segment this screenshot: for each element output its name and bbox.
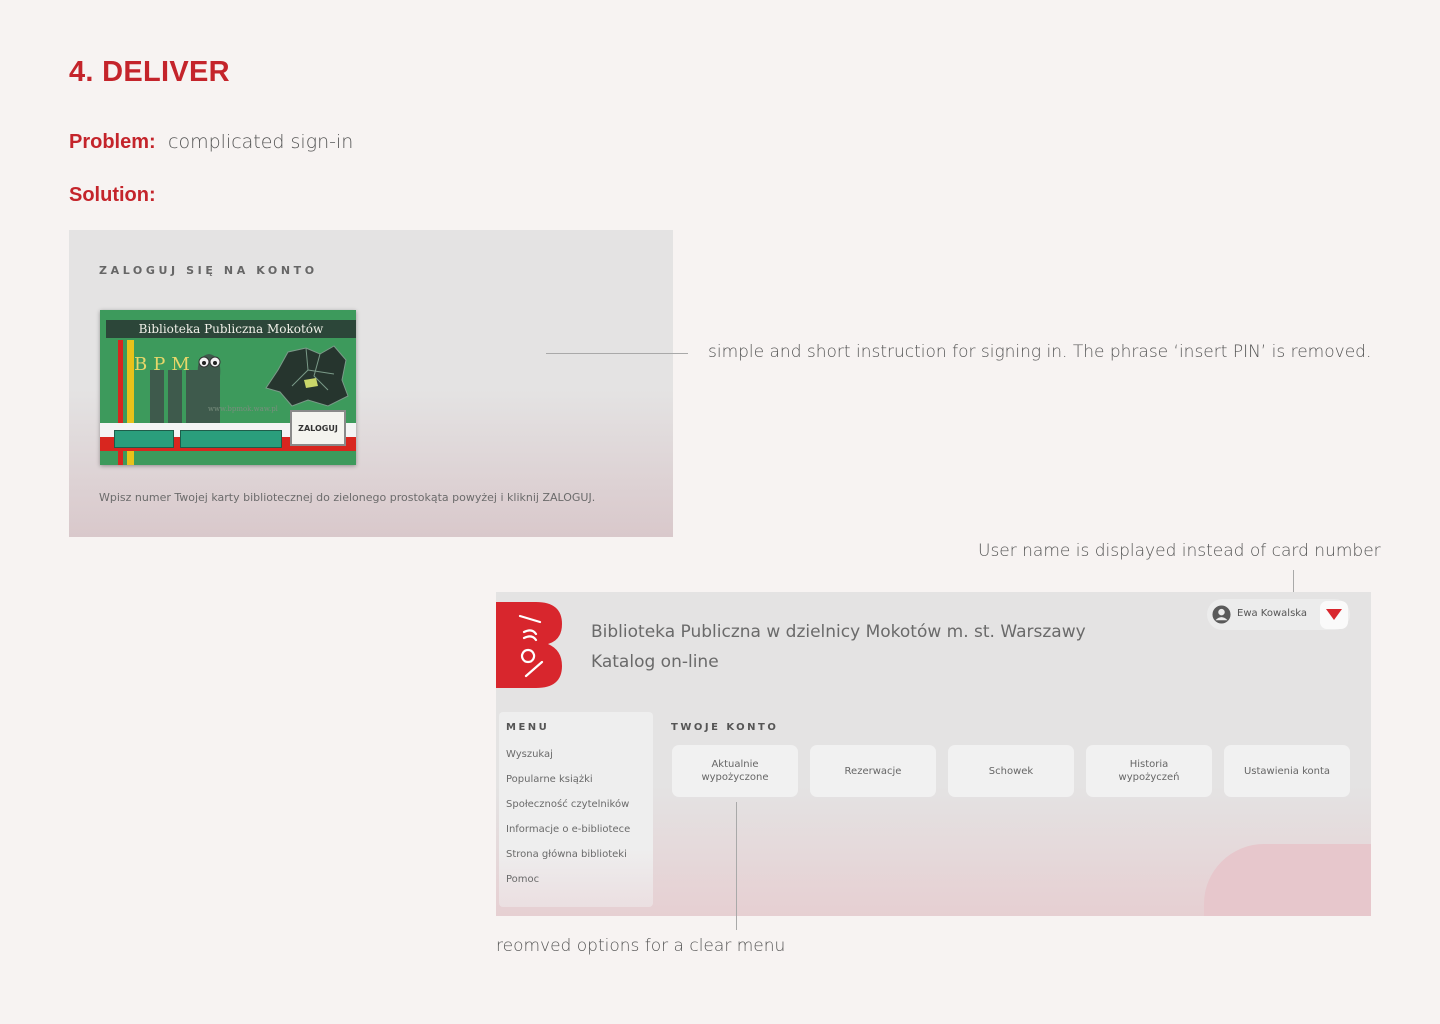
loan-history-button[interactable]: Historia wypożyczeń [1086, 745, 1212, 797]
user-name: Ewa Kowalska [1237, 608, 1308, 619]
login-button[interactable]: ZALOGUJ [290, 410, 346, 446]
card-letters: BPM [134, 354, 196, 375]
user-dropdown-button[interactable] [1320, 601, 1348, 629]
login-panel: ZALOGUJ SIĘ NA KONTO Biblioteka Publiczn… [69, 230, 673, 537]
book-shape [150, 370, 164, 423]
card-header: Biblioteka Publiczna Mokotów [106, 320, 356, 338]
catalog-panel: Biblioteka Publiczna w dzielnicy Mokotów… [496, 592, 1371, 916]
problem-label: Problem: [69, 131, 156, 153]
warsaw-map-icon [265, 345, 349, 407]
account-settings-button[interactable]: Ustawienia konta [1224, 745, 1350, 797]
catalog-subtitle: Katalog on-line [591, 652, 719, 672]
library-logo-icon [496, 602, 562, 688]
instruction-annotation: simple and short instruction for signing… [708, 342, 1372, 362]
card-url: www.bpmok.waw.pl [208, 405, 278, 413]
login-instruction: Wpisz numer Twojej karty bibliotecznej d… [99, 491, 596, 504]
annotation-line [546, 353, 688, 354]
menu-item-library-home[interactable]: Strona główna biblioteki [506, 849, 627, 860]
chevron-down-icon [1326, 609, 1342, 620]
decorative-shape [1204, 844, 1371, 916]
book-shape [168, 370, 182, 423]
card-number-field-2[interactable] [180, 430, 282, 448]
menu-item-ebook-info[interactable]: Informacje o e-bibliotece [506, 824, 630, 835]
menu-title: MENU [506, 722, 550, 733]
menu-item-search[interactable]: Wyszukaj [506, 749, 553, 760]
solution-label: Solution: [69, 184, 156, 206]
library-title: Biblioteka Publiczna w dzielnicy Mokotów… [591, 622, 1086, 642]
menu-item-popular-books[interactable]: Popularne książki [506, 774, 593, 785]
problem-text: complicated sign-in [168, 131, 354, 153]
account-section-title: TWOJE KONTO [671, 722, 779, 733]
slide-title: 4. DELIVER [69, 56, 230, 88]
user-account-menu[interactable]: Ewa Kowalska [1207, 599, 1350, 630]
current-loans-button[interactable]: Aktualnie wypożyczone [672, 745, 798, 797]
username-annotation: User name is displayed instead of card n… [978, 541, 1381, 561]
login-heading: ZALOGUJ SIĘ NA KONTO [99, 264, 318, 277]
side-menu: MENU Wyszukaj Popularne książki Społeczn… [499, 712, 653, 907]
card-title: Biblioteka Publiczna Mokotów [138, 322, 324, 336]
card-number-field-1[interactable] [114, 430, 174, 448]
reservations-button[interactable]: Rezerwacje [810, 745, 936, 797]
menu-annotation: reomved options for a clear menu [496, 936, 786, 956]
menu-item-community[interactable]: Społeczność czytelników [506, 799, 629, 810]
annotation-line [736, 802, 737, 930]
saved-items-button[interactable]: Schowek [948, 745, 1074, 797]
owl-icon [197, 354, 221, 424]
user-avatar-icon [1212, 605, 1231, 624]
library-card[interactable]: Biblioteka Publiczna Mokotów BPM www.bpm… [100, 310, 356, 465]
menu-item-help[interactable]: Pomoc [506, 874, 539, 885]
